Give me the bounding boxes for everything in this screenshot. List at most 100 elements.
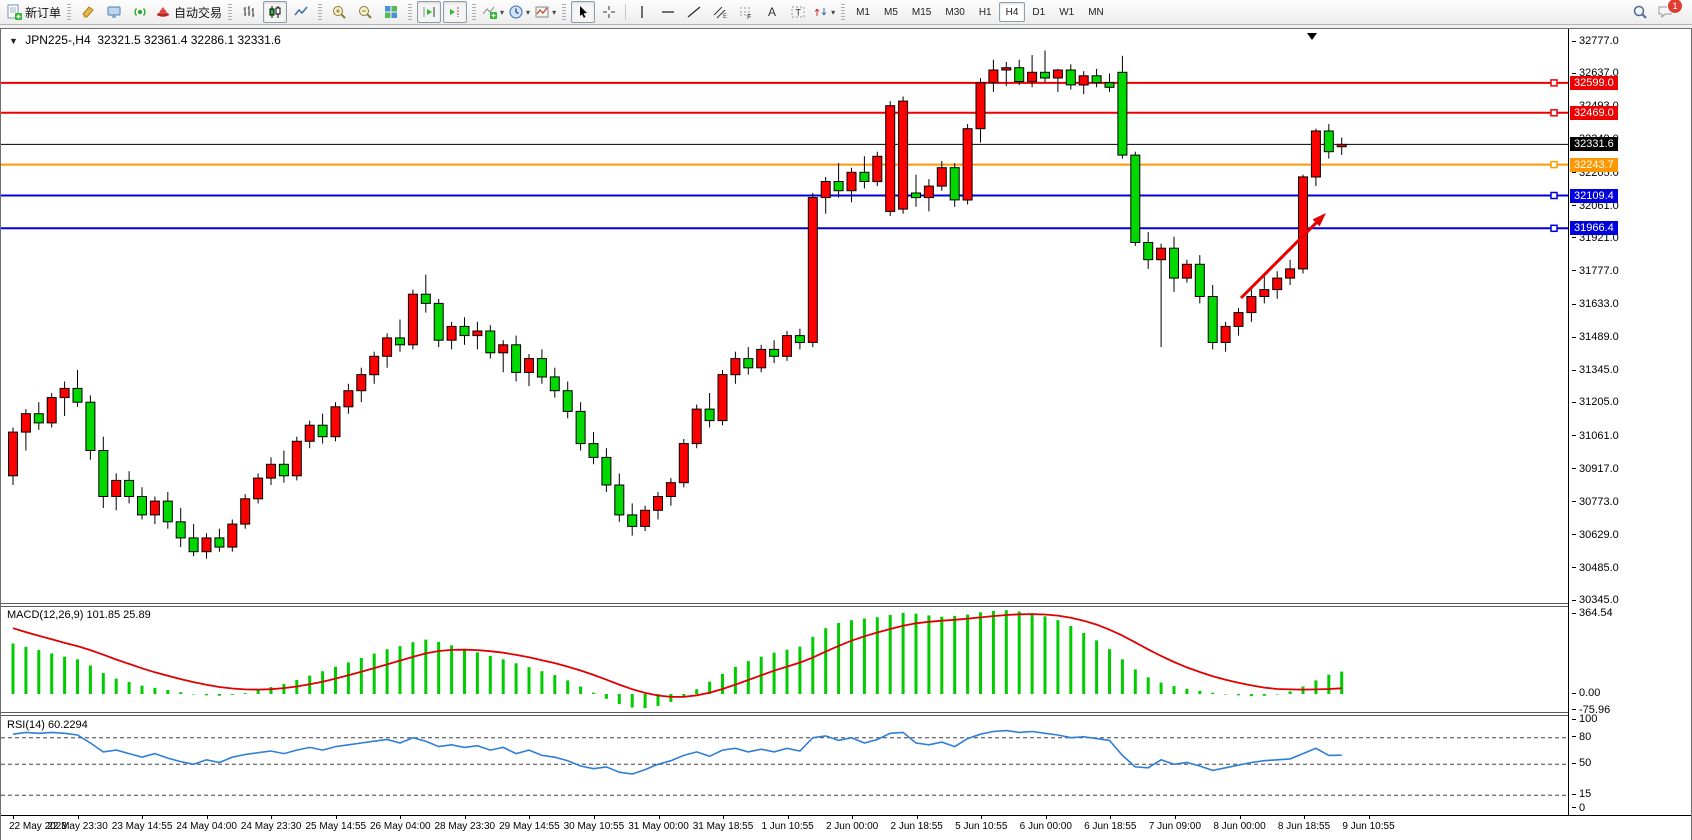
time-tick <box>1046 816 1047 819</box>
tile-windows-icon <box>383 4 399 20</box>
crosshair-button[interactable] <box>597 1 621 23</box>
line-chart-mode-icon <box>293 4 309 20</box>
time-tick <box>78 816 79 819</box>
pane-divider[interactable] <box>1 712 1568 716</box>
new-order-button[interactable]: 新订单 <box>5 1 62 23</box>
search-button[interactable] <box>1628 1 1652 23</box>
arrows-button[interactable]: ▾ <box>812 1 836 23</box>
bar-chart-mode-button[interactable] <box>237 1 261 23</box>
fibonacci-button[interactable]: F <box>734 1 758 23</box>
macd-axis-tick: 364.54 <box>1572 607 1613 619</box>
templates-button[interactable]: ▾ <box>533 1 557 23</box>
rsi-axis-tick: 50 <box>1572 757 1591 769</box>
timeframe-H4[interactable]: H4 <box>999 2 1026 22</box>
price-tick: 31777.0 <box>1572 265 1619 277</box>
styler-button[interactable] <box>76 1 100 23</box>
time-label: 9 Jun 10:55 <box>1324 821 1414 832</box>
toolbar-grip <box>67 4 71 20</box>
pane-divider[interactable] <box>1 603 1568 607</box>
timeframe-H1[interactable]: H1 <box>972 2 999 22</box>
price-tick: 31061.0 <box>1572 430 1619 442</box>
toolbar-grip <box>562 4 566 20</box>
indicators-icon <box>482 4 498 20</box>
search-icon <box>1632 4 1648 20</box>
time-tick <box>336 816 337 819</box>
new-order-label: 新订单 <box>25 4 61 21</box>
time-tick <box>1369 816 1370 819</box>
hline-price-badge: 32599.0 <box>1570 76 1618 90</box>
label-button[interactable]: T <box>786 1 810 23</box>
time-tick <box>207 816 208 819</box>
channel-button[interactable]: E <box>708 1 732 23</box>
channel-icon: E <box>712 4 728 20</box>
chart-shift-button[interactable] <box>443 1 467 23</box>
horizontal-line-button[interactable] <box>656 1 680 23</box>
zoom-out-button[interactable] <box>353 1 377 23</box>
indicators-button[interactable]: ▾ <box>481 1 505 23</box>
vertical-line-button[interactable] <box>630 1 654 23</box>
svg-text:T: T <box>796 8 802 18</box>
label-icon: T <box>790 4 806 20</box>
chevron-down-icon: ▾ <box>500 8 504 17</box>
profiles-button[interactable] <box>102 1 126 23</box>
zoom-out-icon <box>357 4 373 20</box>
toolbar-separator <box>625 4 626 20</box>
timeframe-D1[interactable]: D1 <box>1025 2 1052 22</box>
timeframe-M30[interactable]: M30 <box>938 2 971 22</box>
chart-window[interactable]: ▼ JPN225-,H4 32321.5 32361.4 32286.1 323… <box>0 28 1692 840</box>
line-chart-mode-button[interactable] <box>289 1 313 23</box>
mt4-window: 新订单 自动交易 ▾ ▾ ▾ E F A T ▾ <box>0 0 1692 840</box>
price-tick: 30485.0 <box>1572 562 1619 574</box>
hline-price-badge: 32109.4 <box>1570 189 1618 203</box>
bar-chart-mode-icon <box>241 4 257 20</box>
zoom-in-icon <box>331 4 347 20</box>
text-icon: A <box>764 4 780 20</box>
price-tick: 32777.0 <box>1572 35 1619 47</box>
time-tick <box>13 816 14 819</box>
time-tick <box>1175 816 1176 819</box>
timeframe-W1[interactable]: W1 <box>1052 2 1081 22</box>
time-tick <box>142 816 143 819</box>
text-button[interactable]: A <box>760 1 784 23</box>
time-axis[interactable]: 22 May 202322 May 23:3023 May 14:5524 Ma… <box>1 815 1691 840</box>
price-tick: 31633.0 <box>1572 298 1619 310</box>
cursor-button[interactable] <box>571 1 595 23</box>
toolbar-grip <box>472 4 476 20</box>
arrows-icon <box>813 4 829 20</box>
tile-windows-button[interactable] <box>379 1 403 23</box>
candlestick-mode-button[interactable] <box>263 1 287 23</box>
zoom-in-button[interactable] <box>327 1 351 23</box>
autotrading-icon <box>155 4 171 20</box>
timeframe-M1[interactable]: M1 <box>849 2 877 22</box>
templates-icon <box>534 4 550 20</box>
price-tick: 31489.0 <box>1572 331 1619 343</box>
autotrading-label: 自动交易 <box>174 4 222 21</box>
trendline-button[interactable] <box>682 1 706 23</box>
price-axis[interactable]: 32777.032637.032493.032349.032205.032061… <box>1568 29 1691 815</box>
rsi-pane[interactable] <box>1 716 1568 820</box>
periods-button[interactable]: ▾ <box>507 1 531 23</box>
price-tick: 30917.0 <box>1572 463 1619 475</box>
macd-pane[interactable] <box>1 607 1568 717</box>
timeframe-MN[interactable]: MN <box>1081 2 1111 22</box>
time-tick <box>271 816 272 819</box>
main-chart-pane[interactable] <box>1 29 1568 608</box>
chat-button[interactable]: 1 <box>1654 1 1678 23</box>
notification-badge[interactable]: 1 <box>1667 0 1683 14</box>
time-tick <box>1304 816 1305 819</box>
rsi-axis-tick: 100 <box>1572 713 1597 725</box>
macd-axis-tick: 0.00 <box>1572 687 1600 699</box>
symbol-timeframe-label: JPN225-,H4 <box>25 33 90 47</box>
signals-button[interactable] <box>128 1 152 23</box>
ohlc-quote-label: 32321.5 32361.4 32286.1 32331.6 <box>97 33 281 47</box>
autotrading-button[interactable]: 自动交易 <box>154 1 223 23</box>
horizontal-line-icon <box>660 4 676 20</box>
timeframe-M5[interactable]: M5 <box>877 2 905 22</box>
rsi-label: RSI(14) 60.2294 <box>7 719 88 731</box>
auto-scroll-button[interactable] <box>417 1 441 23</box>
current-price-badge: 32331.6 <box>1570 137 1618 151</box>
rsi-axis-tick: 0 <box>1572 802 1585 814</box>
collapse-icon[interactable]: ▼ <box>9 36 18 46</box>
fibonacci-icon: F <box>738 4 754 20</box>
timeframe-M15[interactable]: M15 <box>905 2 938 22</box>
